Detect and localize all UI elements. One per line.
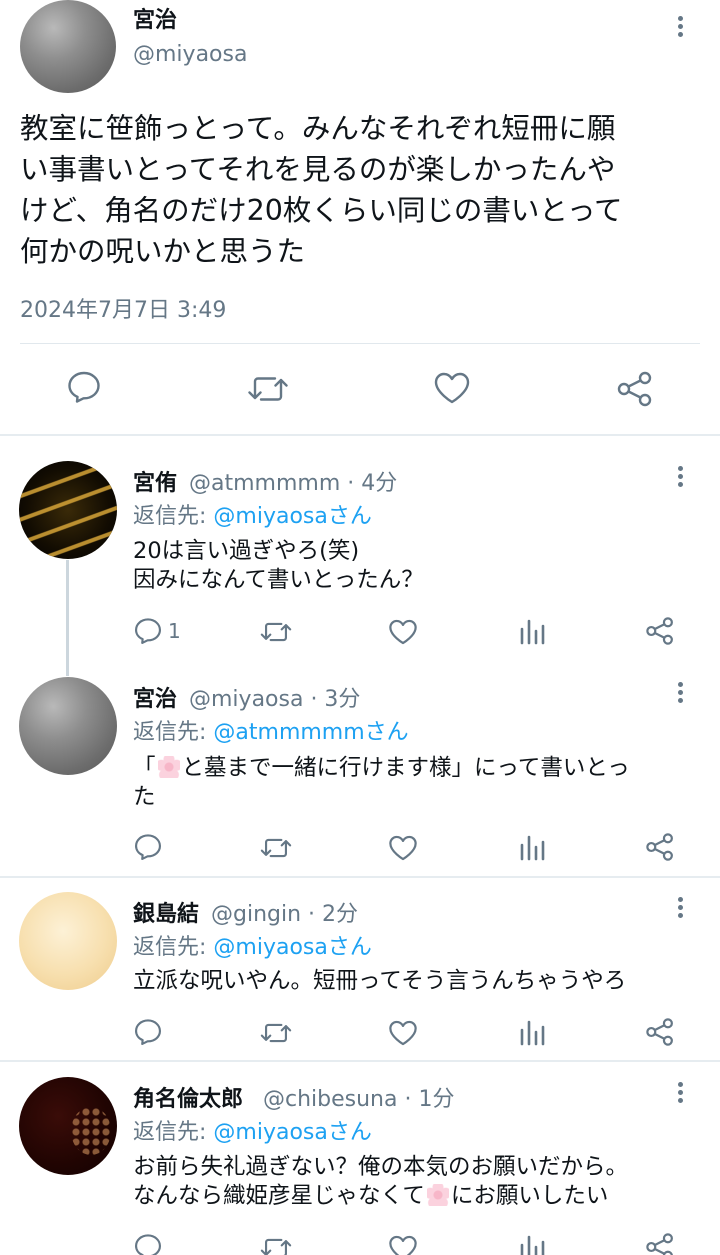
analytics-icon[interactable] <box>519 1233 545 1255</box>
replying-to-label: 返信先: <box>133 935 214 960</box>
like-icon[interactable] <box>433 371 471 405</box>
replying-to-label: 返信先: <box>133 720 214 745</box>
cherry-blossom-icon <box>157 756 180 778</box>
mention-link[interactable]: @miyaosaさん <box>213 1120 371 1145</box>
main-tweet: 宮治 @miyaosa 教室に笹飾っとって。みんなそれぞれ短冊に願 い事書いとっ… <box>0 0 720 436</box>
reply-text-line: 「と墓まで一緒に行けます様」にって書いとっ <box>133 754 630 783</box>
analytics-icon[interactable] <box>519 617 545 645</box>
reply-text-line: お前ら失礼過ぎない？俺の本気のお願いだから。 <box>133 1154 629 1180</box>
reply-count: 1 <box>168 619 181 643</box>
reply-icon[interactable] <box>133 833 163 861</box>
reply-icon[interactable] <box>133 1018 163 1046</box>
reply-text-segment: なんなら織姫彦星じゃなくて <box>133 1183 425 1209</box>
display-name[interactable]: 宮侑 <box>133 465 177 497</box>
divider <box>20 343 700 344</box>
handle-and-time[interactable]: @atmmmmm · 4分 <box>189 465 397 497</box>
divider <box>0 876 720 878</box>
retweet-icon[interactable] <box>259 619 293 645</box>
reply-text-line: 因みになんて書いとったん？ <box>133 567 424 593</box>
share-icon[interactable] <box>645 1232 675 1255</box>
reply-text-segment: 「 <box>133 755 156 781</box>
tweet-text-line: い事書いとってそれを見るのが楽しかったんや <box>20 153 616 186</box>
like-icon[interactable] <box>388 1234 418 1255</box>
reply-icon[interactable] <box>133 617 163 645</box>
mention-link[interactable]: @atmmmmmさん <box>213 720 408 745</box>
replying-to-label: 返信先: <box>133 1120 214 1145</box>
retweet-icon[interactable] <box>259 835 293 861</box>
cherry-blossom-icon <box>426 1184 449 1206</box>
more-options-icon[interactable] <box>676 16 684 42</box>
share-icon[interactable] <box>616 370 654 408</box>
tweet-text-line: 教室に笹飾っとって。みんなそれぞれ短冊に願 <box>20 112 616 145</box>
share-icon[interactable] <box>645 616 675 646</box>
handle-and-time[interactable]: @gingin · 2分 <box>211 896 358 928</box>
analytics-icon[interactable] <box>519 833 545 861</box>
reply-text-segment: にお願いしたい <box>450 1183 609 1209</box>
reply-text-line: 立派な呪いやん。短冊ってそう言うんちゃうやろ <box>133 968 627 994</box>
mention-link[interactable]: @miyaosaさん <box>213 935 371 960</box>
reply-icon[interactable] <box>133 1233 163 1255</box>
replying-to: 返信先: @atmmmmmさん <box>133 714 409 746</box>
display-name[interactable]: 宮治 <box>133 2 177 34</box>
handle-and-time[interactable]: @chibesuna · 1分 <box>263 1081 454 1113</box>
more-options-icon[interactable] <box>676 897 684 923</box>
divider <box>0 1060 720 1062</box>
share-icon[interactable] <box>645 832 675 862</box>
retweet-icon[interactable] <box>259 1235 293 1255</box>
tweet-timestamp[interactable]: 2024年7月7日 3:49 <box>20 292 226 324</box>
reply-text: お前ら失礼過ぎない？俺の本気のお願いだから。 なんなら織姫彦星じゃなくて にお願い… <box>133 1153 628 1211</box>
display-name[interactable]: 角名倫太郎 <box>133 1081 243 1113</box>
avatar[interactable] <box>20 0 116 93</box>
share-icon[interactable] <box>645 1017 675 1047</box>
avatar[interactable] <box>19 677 117 775</box>
retweet-icon[interactable] <box>247 372 289 406</box>
more-options-icon[interactable] <box>676 466 684 492</box>
mention-link[interactable]: @miyaosaさん <box>213 504 371 529</box>
reply-text: 20は言い過ぎやろ(笑) 因みになんて書いとったん？ <box>133 537 424 595</box>
tweet-text-line: 何かの呪いかと思うた <box>20 235 306 268</box>
avatar[interactable] <box>19 1077 117 1175</box>
like-icon[interactable] <box>388 834 418 862</box>
like-icon[interactable] <box>388 1019 418 1047</box>
user-handle[interactable]: @miyaosa <box>133 42 247 67</box>
like-icon[interactable] <box>388 618 418 646</box>
avatar[interactable] <box>19 461 117 559</box>
reply-text-line: た <box>133 784 156 810</box>
replying-to: 返信先: @miyaosaさん <box>133 929 372 961</box>
more-options-icon[interactable] <box>676 1082 684 1108</box>
display-name[interactable]: 宮治 <box>133 681 177 713</box>
analytics-icon[interactable] <box>519 1018 545 1046</box>
reply-text-line: 20は言い過ぎやろ(笑) <box>133 538 360 564</box>
replying-to: 返信先: @miyaosaさん <box>133 498 372 530</box>
avatar[interactable] <box>19 892 117 990</box>
more-options-icon[interactable] <box>676 682 684 708</box>
reply-text: 立派な呪いやん。短冊ってそう言うんちゃうやろ <box>133 967 626 996</box>
reply-text: 「と墓まで一緒に行けます様」にって書いとっ た <box>133 754 630 812</box>
reply-text-segment: と墓まで一緒に行けます様」にって書いとっ <box>181 755 630 781</box>
reply-icon[interactable] <box>66 370 102 404</box>
retweet-icon[interactable] <box>259 1020 293 1046</box>
handle-and-time[interactable]: @miyaosa · 3分 <box>189 681 360 713</box>
replying-to-label: 返信先: <box>133 504 214 529</box>
reply-text-line: なんなら織姫彦星じゃなくて にお願いしたい <box>133 1182 628 1211</box>
tweet-text: 教室に笹飾っとって。みんなそれぞれ短冊に願 い事書いとってそれを見るのが楽しかっ… <box>20 108 710 272</box>
thread-connector <box>66 560 69 676</box>
display-name[interactable]: 銀島結 <box>133 896 199 928</box>
tweet-text-line: けど、角名のだけ20枚くらい同じの書いとって <box>20 194 623 227</box>
replying-to: 返信先: @miyaosaさん <box>133 1114 372 1146</box>
